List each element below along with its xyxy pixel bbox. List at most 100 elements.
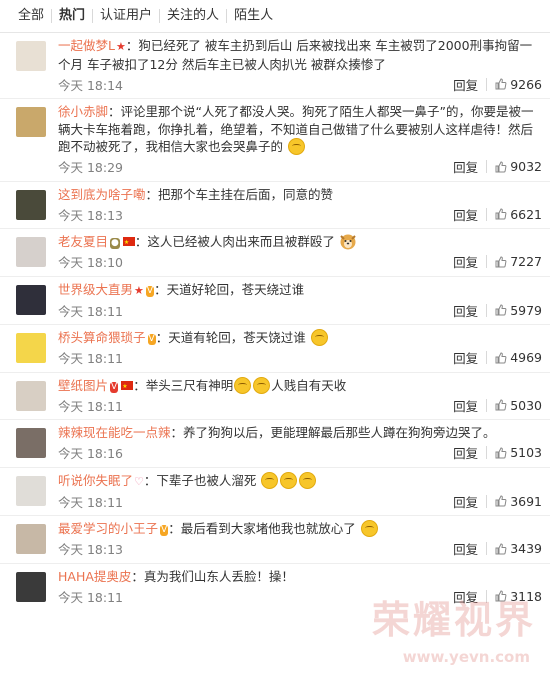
comment-text: 辣辣现在能吃一点辣：养了狗狗以后，更能理解最后那些人蹲在狗狗旁边哭了。 — [58, 424, 542, 442]
comment-meta: 今天 18:13 回复 3439 — [58, 539, 542, 559]
comment-list: 一起做梦L★：狗已经死了 被车主扔到后山 后来被找出来 车主被罚了2000刑事拘… — [0, 33, 550, 610]
tab-strangers[interactable]: 陌生人 — [226, 9, 280, 23]
reply-button[interactable]: 回复 — [453, 205, 478, 224]
reply-button[interactable]: 回复 — [453, 492, 478, 511]
comment-item: 这到底为啥子嘞：把那个车主挂在后面，同意的赞 今天 18:13 回复 6621 — [0, 182, 550, 229]
divider — [486, 160, 488, 173]
comment-meta: 今天 18:11 回复 5030 — [58, 395, 542, 415]
like-count: 5103 — [510, 445, 542, 460]
like-button[interactable]: 9032 — [495, 159, 542, 174]
divider — [486, 255, 488, 268]
like-button[interactable]: 5979 — [495, 303, 542, 318]
avatar[interactable] — [16, 475, 46, 506]
comment-text: HAHA提奥皮：真为我们山东人丢脸！操！ — [58, 568, 542, 586]
avatar[interactable] — [16, 380, 46, 411]
avatar[interactable] — [16, 571, 46, 602]
comment-item: 一起做梦L★：狗已经死了 被车主扔到后山 后来被找出来 车主被罚了2000刑事拘… — [0, 33, 550, 99]
divider — [486, 207, 488, 221]
comment-body: ：把那个车主挂在后面，同意的赞 — [145, 186, 334, 202]
badge-icon: ● — [110, 238, 120, 249]
like-button[interactable]: 3118 — [495, 589, 542, 604]
like-count: 9032 — [510, 159, 542, 174]
avatar[interactable] — [16, 189, 46, 220]
comment-body: ：狗已经死了 被车主扔到后山 后来被找出来 车主被罚了2000刑事拘留一个月 车… — [58, 38, 533, 72]
thumbs-up-icon — [495, 399, 507, 411]
comment-item: 听说你失眠了♡：下辈子也被人溜死 今天 18:11 回复 3691 — [0, 468, 550, 516]
avatar[interactable] — [16, 237, 46, 267]
divider — [486, 542, 488, 555]
smile-emoji-icon — [310, 329, 328, 346]
username-link[interactable]: 最爱学习的小王子 — [58, 521, 158, 536]
like-button[interactable]: 3439 — [495, 541, 542, 556]
comment-item: 壁纸图片V ：举头三尺有神明 人贱自有天收 今天 18:11 回复 5030 — [0, 373, 550, 420]
vip-badge-icon: V — [145, 285, 155, 297]
reply-button[interactable]: 回复 — [453, 539, 478, 558]
avatar[interactable] — [16, 284, 46, 315]
tab-following[interactable]: 关注的人 — [159, 9, 226, 23]
reply-button[interactable]: 回复 — [453, 396, 478, 415]
reply-button[interactable]: 回复 — [453, 75, 478, 94]
username-link[interactable]: 桥头算命猥琐子 — [58, 330, 146, 345]
reply-button[interactable]: 回复 — [453, 157, 478, 176]
reply-button[interactable]: 回复 — [453, 252, 478, 271]
avatar[interactable] — [16, 41, 46, 71]
like-button[interactable]: 9266 — [495, 77, 542, 92]
comment-body: ：真为我们山东人丢脸！操！ — [131, 568, 294, 584]
like-button[interactable]: 3691 — [495, 494, 542, 509]
username-link[interactable]: HAHA提奥皮 — [58, 569, 131, 584]
like-button[interactable]: 4969 — [495, 350, 542, 365]
like-count: 3439 — [510, 541, 542, 556]
username-link[interactable]: 世界级大直男 — [58, 282, 133, 297]
username-link[interactable]: 老友夏目 — [58, 234, 108, 249]
comment-body: ：下辈子也被人溜死 — [143, 472, 257, 488]
divider — [486, 446, 488, 459]
timestamp: 今天 18:10 — [58, 255, 123, 270]
thumbs-up-icon — [495, 160, 507, 172]
tab-all[interactable]: 全部 — [14, 9, 51, 23]
username-link[interactable]: 壁纸图片 — [58, 378, 108, 393]
username-link[interactable]: 一起做梦L — [58, 38, 115, 53]
divider — [486, 398, 488, 412]
comment-text: 徐小赤脚：评论里那个说“人死了都没人哭。狗死了陌生人都哭一鼻子”的，你要是被一辆… — [58, 103, 542, 156]
username-link[interactable]: 辣辣现在能吃一点辣 — [58, 425, 171, 440]
comment-item: 最爱学习的小王子 V：最后看到大家堵他我也就放心了 今天 18:13 回复 343… — [0, 516, 550, 564]
timestamp: 今天 18:16 — [58, 446, 123, 461]
like-count: 7227 — [510, 254, 542, 269]
reply-button[interactable]: 回复 — [453, 301, 478, 320]
thumbs-up-icon — [495, 542, 507, 554]
thumbs-up-icon — [495, 495, 507, 507]
comment-body: ：天道有轮回，苍天饶过谁 — [155, 330, 306, 345]
comment-text: 听说你失眠了♡：下辈子也被人溜死 — [58, 471, 542, 491]
avatar[interactable] — [16, 524, 46, 554]
comment-item: 老友夏目● ：这人已经被人肉出来而且被群殴了 今天 18:10 回复 7227 — [0, 229, 550, 277]
like-button[interactable]: 7227 — [495, 254, 542, 269]
username-link[interactable]: 徐小赤脚 — [58, 104, 108, 119]
avatar[interactable] — [16, 428, 46, 458]
tab-verified-users[interactable]: 认证用户 — [92, 9, 159, 23]
avatar[interactable] — [16, 107, 46, 137]
like-count: 9266 — [510, 76, 542, 92]
comment-meta: 今天 18:11 回复 3118 — [58, 586, 542, 606]
thumbs-up-icon — [495, 304, 507, 316]
avatar[interactable] — [16, 333, 46, 363]
reply-button[interactable]: 回复 — [453, 587, 478, 606]
username-link[interactable]: 听说你失眠了 — [58, 473, 133, 488]
timestamp: 今天 18:29 — [58, 160, 123, 175]
like-button[interactable]: 6621 — [495, 207, 542, 222]
like-count: 6621 — [510, 206, 542, 222]
tab-hot[interactable]: 热门 — [51, 9, 92, 23]
timestamp: 今天 18:11 — [58, 398, 123, 414]
reply-button[interactable]: 回复 — [453, 443, 478, 462]
timestamp: 今天 18:11 — [58, 494, 123, 510]
username-link[interactable]: 这到底为啥子嘞 — [58, 187, 146, 202]
comment-text: 壁纸图片V ：举头三尺有神明 人贱自有天收 — [58, 376, 542, 395]
like-button[interactable]: 5103 — [495, 445, 542, 460]
reply-button[interactable]: 回复 — [453, 348, 478, 367]
comment-filter-tabs: 全部 热门 认证用户 关注的人 陌生人 — [0, 0, 550, 33]
comment-text: 这到底为啥子嘞：把那个车主挂在后面，同意的赞 — [58, 186, 542, 204]
smile-emoji-icon — [280, 471, 298, 489]
like-button[interactable]: 5030 — [495, 398, 542, 413]
divider — [486, 303, 488, 317]
comment-meta: 今天 18:11 回复 5979 — [58, 300, 542, 320]
star-icon: ★ — [115, 40, 126, 53]
